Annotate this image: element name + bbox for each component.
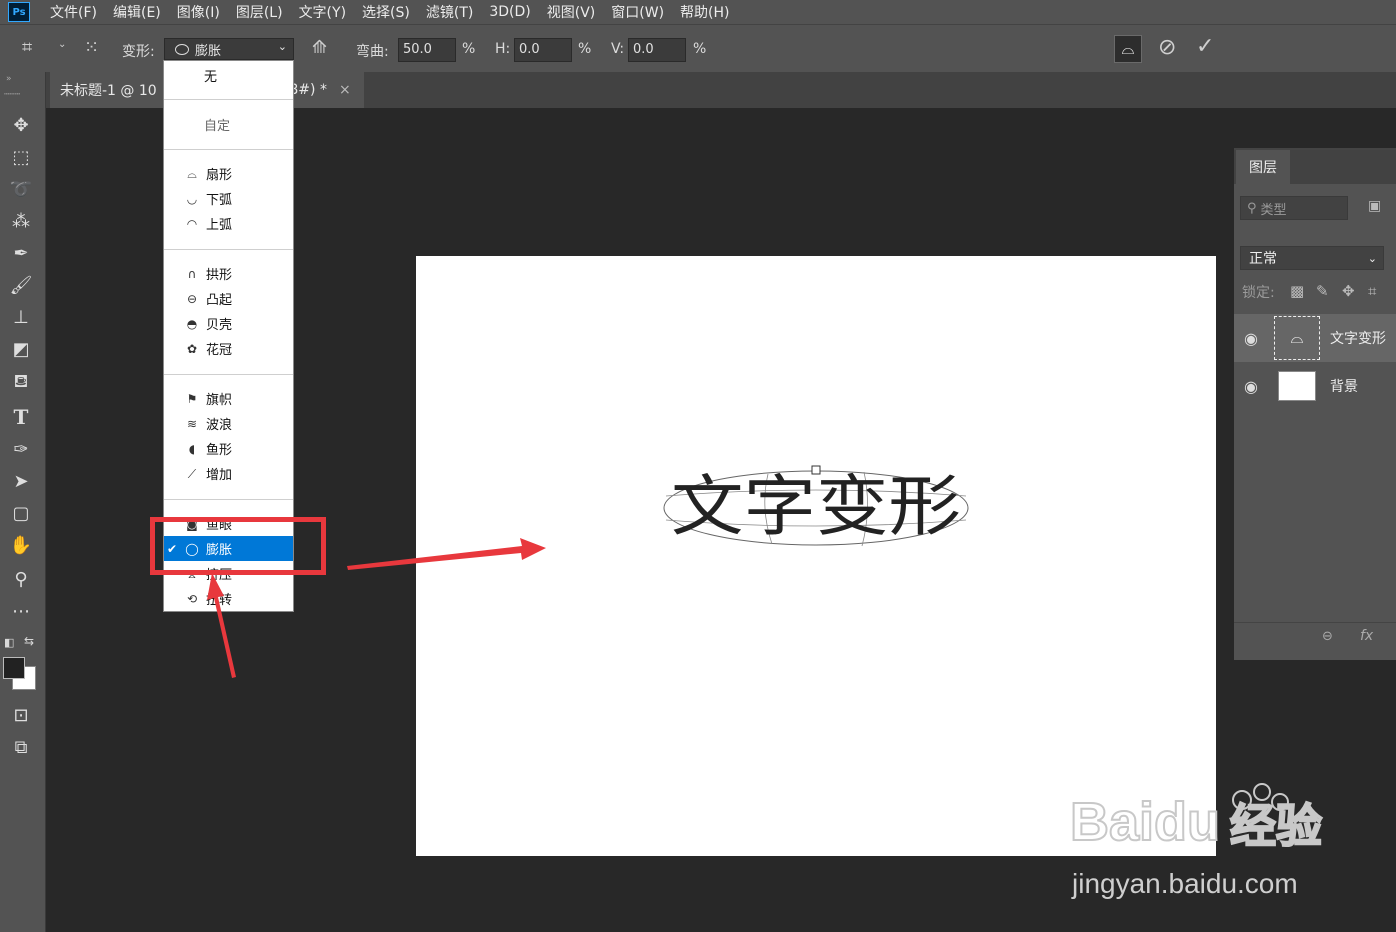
- annotation-arrow-up: [207, 573, 236, 678]
- watermark-brand: Baidu: [1070, 792, 1220, 850]
- annotation-arrow-right: [347, 538, 546, 570]
- watermark-url: jingyan.baidu.com: [1072, 868, 1298, 899]
- baidu-paw-logo: Baidu 经验: [1069, 783, 1323, 850]
- watermark-suffix: 经验: [1230, 799, 1322, 850]
- baidu-jingyan-watermark: Baidu 经验 jingyan.baidu.com: [1066, 780, 1366, 920]
